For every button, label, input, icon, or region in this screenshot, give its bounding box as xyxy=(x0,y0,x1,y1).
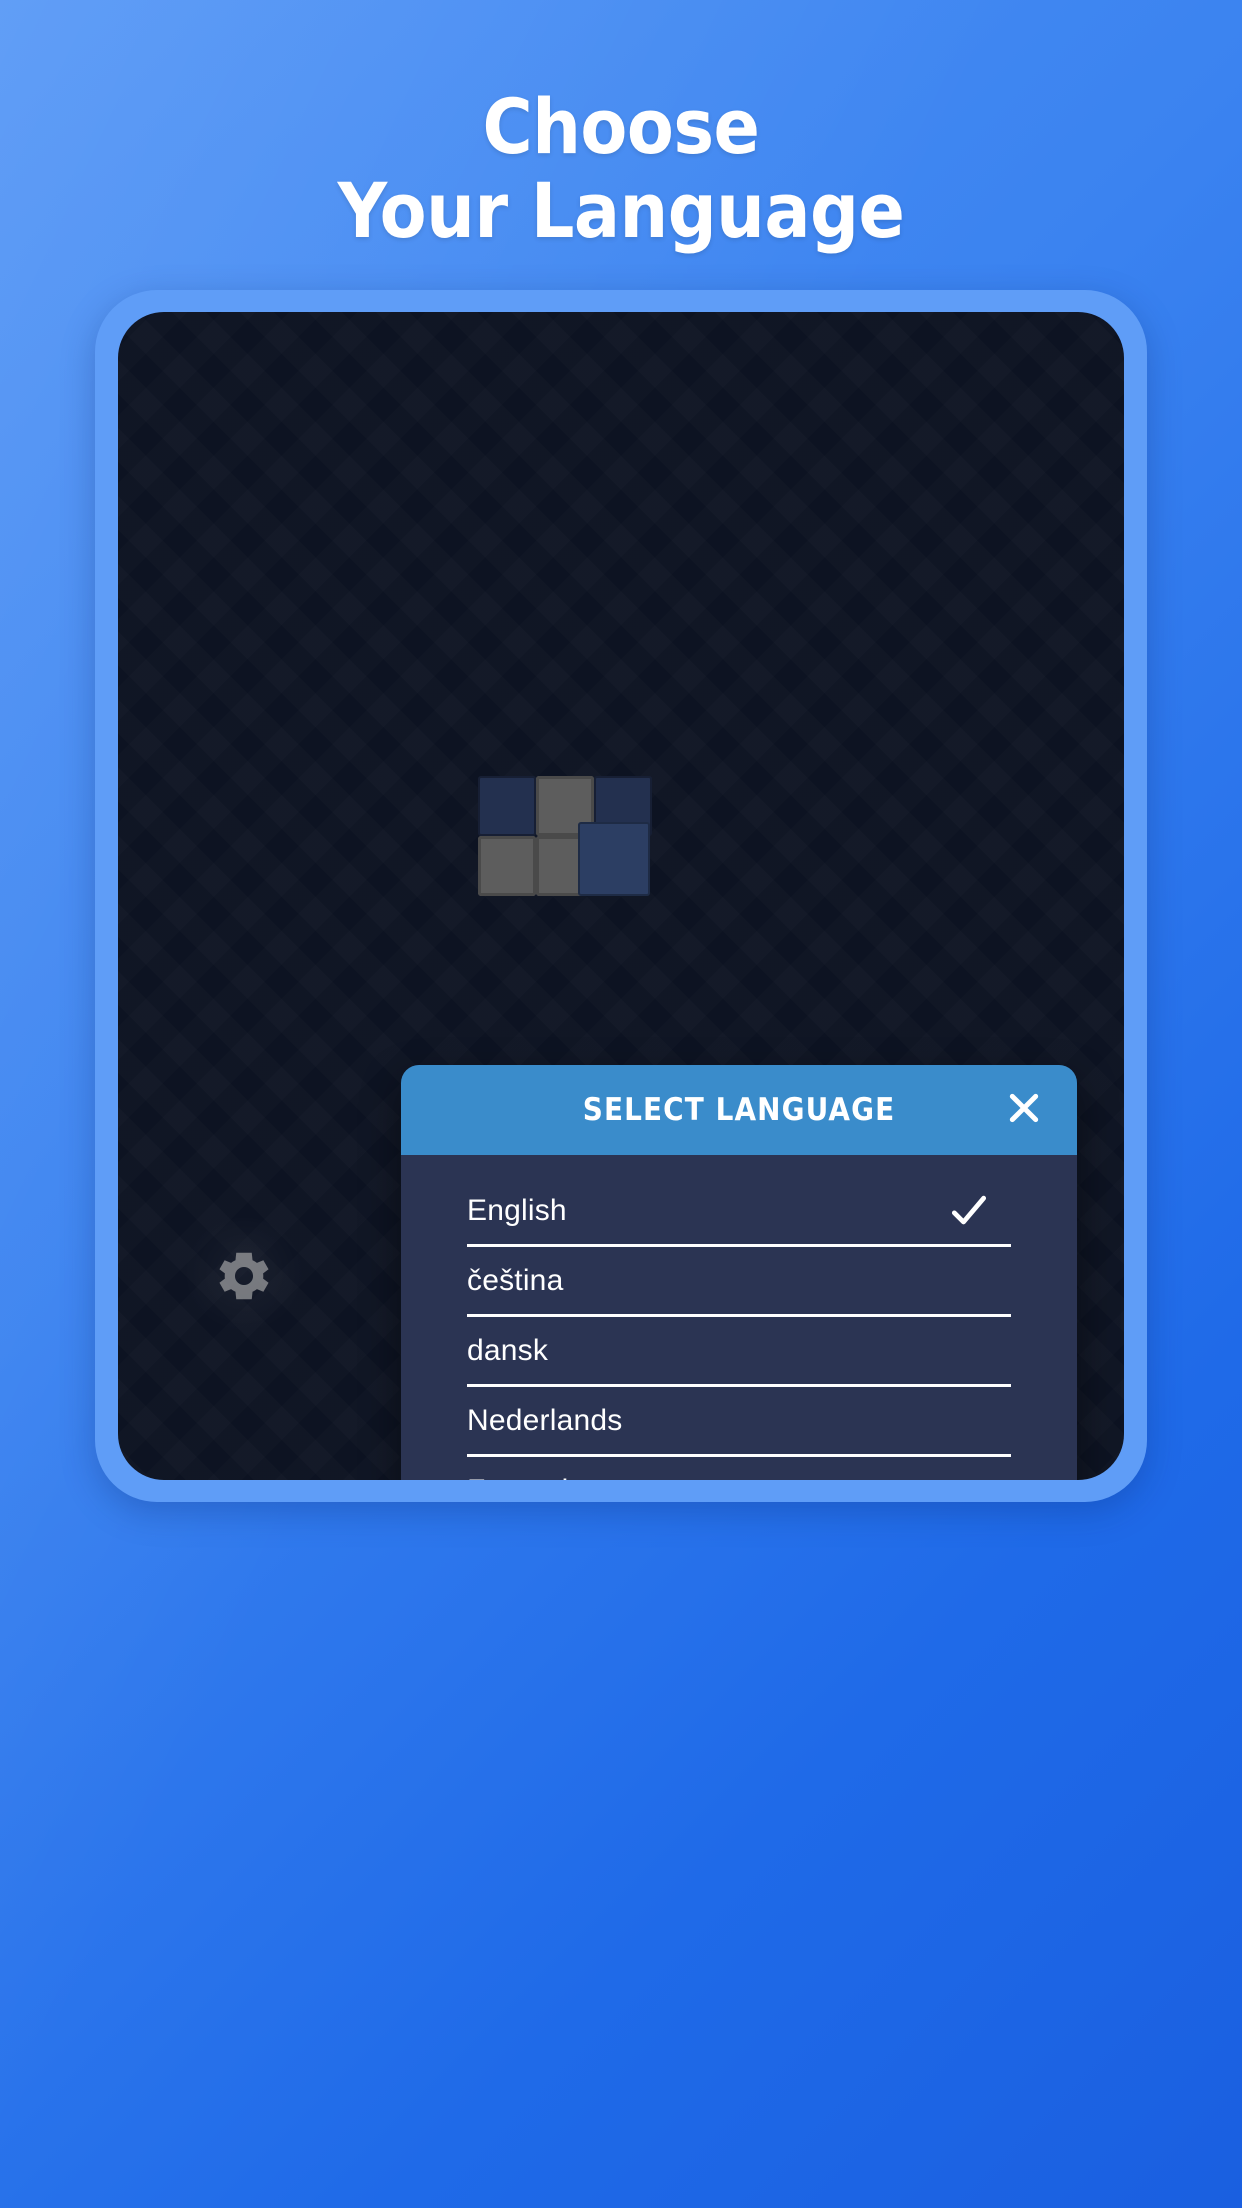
checkmark-icon xyxy=(947,1189,991,1233)
dialog-header: SELECT LANGUAGE xyxy=(401,1065,1077,1155)
gear-icon xyxy=(213,1245,275,1312)
language-label: English xyxy=(467,1193,567,1227)
phone-screen: SELECT LANGUAGE English čeština dansk Ne… xyxy=(118,312,1124,1480)
game-block xyxy=(478,836,536,896)
app-screenshot: Choose Your Language SELECT LANGUAGE Eng… xyxy=(0,0,1242,2208)
game-board xyxy=(418,742,838,1102)
list-item[interactable]: Nederlands xyxy=(467,1387,1011,1457)
page-title-line-1: Choose xyxy=(482,82,760,171)
list-item[interactable]: Français xyxy=(467,1457,1011,1481)
language-list: English čeština dansk Nederlands xyxy=(401,1177,1077,1480)
language-label: čeština xyxy=(467,1263,564,1297)
select-language-dialog: SELECT LANGUAGE English čeština dansk Ne… xyxy=(401,1065,1077,1480)
close-button[interactable] xyxy=(993,1079,1055,1141)
language-label: Français xyxy=(467,1474,584,1481)
list-item[interactable]: čeština xyxy=(467,1247,1011,1317)
language-label: dansk xyxy=(467,1333,549,1367)
close-x-icon xyxy=(1004,1088,1044,1133)
list-item[interactable]: English xyxy=(467,1177,1011,1247)
list-item[interactable]: dansk xyxy=(467,1317,1011,1387)
language-label: Nederlands xyxy=(467,1403,623,1437)
page-title-line-2: Your Language xyxy=(337,165,905,255)
page-title: Choose Your Language xyxy=(0,88,1242,249)
dialog-title: SELECT LANGUAGE xyxy=(582,1092,896,1128)
game-block xyxy=(478,776,536,836)
dialog-body[interactable]: English čeština dansk Nederlands xyxy=(401,1155,1077,1480)
settings-button[interactable] xyxy=(183,1218,304,1338)
game-block xyxy=(578,822,650,896)
